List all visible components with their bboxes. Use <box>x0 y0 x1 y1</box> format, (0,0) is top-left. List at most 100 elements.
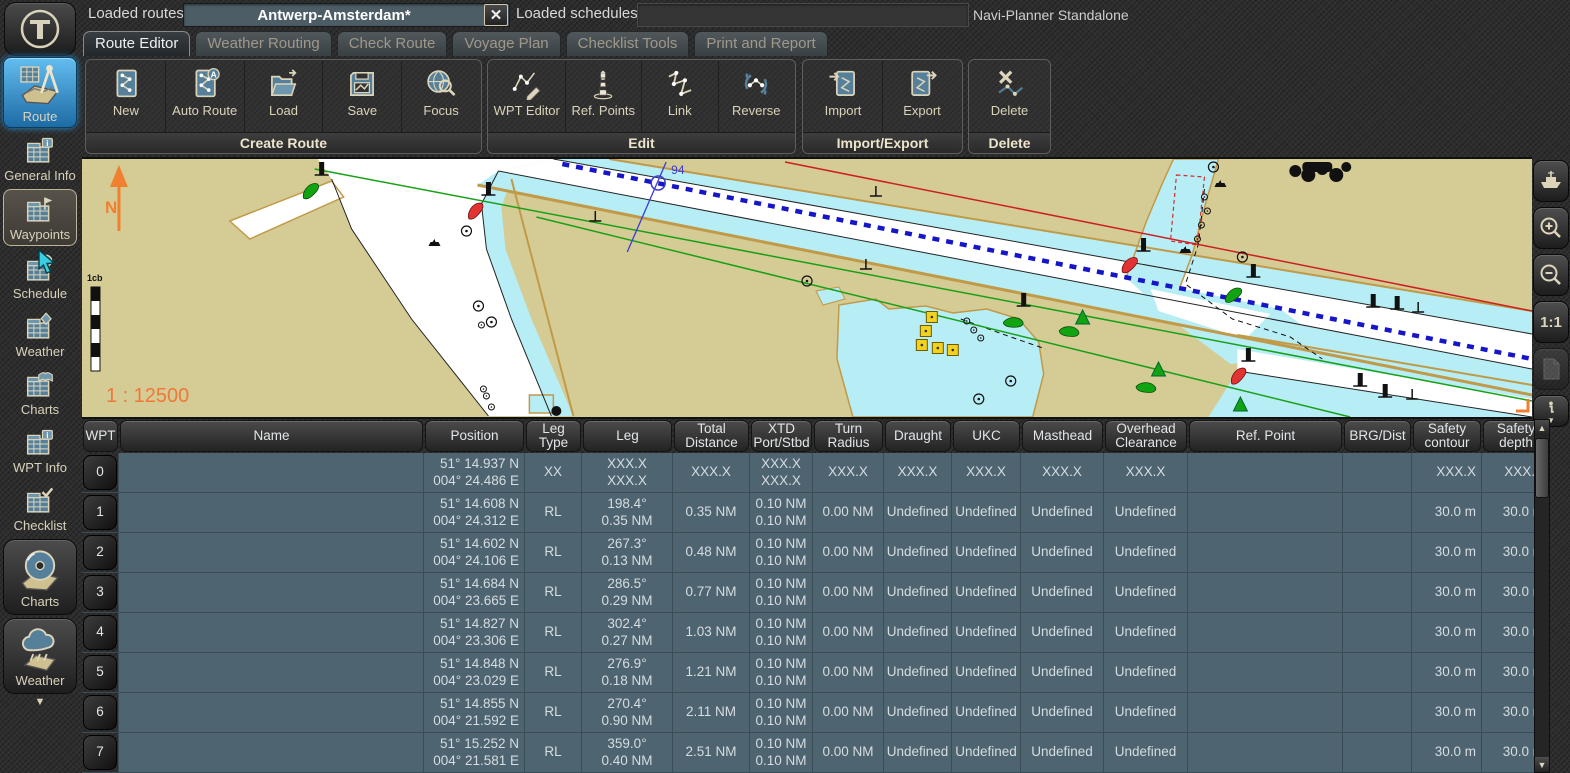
cell-contour[interactable]: 30.0 m <box>1412 653 1482 693</box>
cell-total[interactable]: 2.11 NM <box>673 693 750 733</box>
tab-check-route[interactable]: Check Route <box>337 31 448 56</box>
tab-print-and-report[interactable]: Print and Report <box>694 31 827 56</box>
cell-contour[interactable]: 30.0 m <box>1412 613 1482 653</box>
cell-ukc[interactable]: Undefined <box>952 533 1021 573</box>
column-header-leg_type[interactable]: Leg Type <box>526 420 581 452</box>
cell-xtd[interactable]: 0.10 NM0.10 NM <box>750 573 813 613</box>
table-scrollbar[interactable]: ▲ ▼ <box>1534 419 1550 773</box>
column-header-contour[interactable]: Safety contour <box>1413 420 1481 452</box>
cell-position[interactable]: 51° 15.252 N004° 21.581 E <box>424 733 525 773</box>
cell-xtd[interactable]: 0.10 NM0.10 NM <box>750 613 813 653</box>
cell-position[interactable]: 51° 14.937 N004° 24.486 E <box>424 453 525 493</box>
cell-masthead[interactable]: XXX.X <box>1021 453 1104 493</box>
cell-turn[interactable]: 0.00 NM <box>813 693 884 733</box>
cell-position[interactable]: 51° 14.684 N004° 23.665 E <box>424 573 525 613</box>
cell-turn[interactable]: 0.00 NM <box>813 653 884 693</box>
cell-turn[interactable]: 0.00 NM <box>813 733 884 773</box>
cell-leg_type[interactable]: RL <box>525 533 582 573</box>
cell-leg[interactable]: 286.5°0.29 NM <box>582 573 673 613</box>
loaded-schedules-field[interactable] <box>637 3 969 27</box>
cell-contour[interactable]: 30.0 m <box>1412 533 1482 573</box>
cell-overhead[interactable]: XXX.X <box>1104 453 1188 493</box>
cell-overhead[interactable]: Undefined <box>1104 573 1188 613</box>
cell-brg[interactable] <box>1343 573 1412 613</box>
cell-name[interactable] <box>119 573 424 613</box>
save-button[interactable]: Save <box>323 61 402 132</box>
cell-ref[interactable] <box>1188 573 1343 613</box>
chart-map-view[interactable]: 94 <box>82 157 1532 419</box>
cell-name[interactable] <box>119 733 424 773</box>
reverse-button[interactable]: Reverse <box>719 61 795 132</box>
wpt-number[interactable]: 7 <box>83 735 117 770</box>
cell-draught[interactable]: XXX.X <box>884 453 952 493</box>
cell-draught[interactable]: Undefined <box>884 653 952 693</box>
own-ship-button[interactable] <box>1533 160 1569 202</box>
cell-position[interactable]: 51° 14.602 N004° 24.106 E <box>424 533 525 573</box>
column-header-position[interactable]: Position <box>425 420 524 452</box>
cell-name[interactable] <box>119 693 424 733</box>
scroll-up-button[interactable]: ▲ <box>1535 420 1549 435</box>
column-header-leg[interactable]: Leg <box>583 420 672 452</box>
cell-xtd[interactable]: 0.10 NM0.10 NM <box>750 733 813 773</box>
zoom-out-button[interactable] <box>1533 254 1569 296</box>
cell-masthead[interactable]: Undefined <box>1021 573 1104 613</box>
auto-route-button[interactable]: AAuto Route <box>166 61 245 132</box>
wpt-editor-button[interactable]: WPT Editor <box>489 61 566 132</box>
cell-contour[interactable]: 30.0 m <box>1412 573 1482 613</box>
cell-overhead[interactable]: Undefined <box>1104 733 1188 773</box>
cell-position[interactable]: 51° 14.855 N004° 21.592 E <box>424 693 525 733</box>
import-button[interactable]: Import <box>804 61 883 132</box>
cell-masthead[interactable]: Undefined <box>1021 733 1104 773</box>
cell-masthead[interactable]: Undefined <box>1021 533 1104 573</box>
cell-ref[interactable] <box>1188 533 1343 573</box>
cell-leg_type[interactable]: RL <box>525 733 582 773</box>
delete-button[interactable]: Delete <box>970 61 1049 132</box>
cell-brg[interactable] <box>1343 693 1412 733</box>
wpt-number[interactable]: 2 <box>83 535 117 570</box>
sidebar-item-waypoints[interactable]: Waypoints <box>3 189 77 246</box>
cell-overhead[interactable]: Undefined <box>1104 613 1188 653</box>
cell-draught[interactable]: Undefined <box>884 573 952 613</box>
cell-ref[interactable] <box>1188 493 1343 533</box>
export-button[interactable]: Export <box>883 61 961 132</box>
cell-position[interactable]: 51° 14.848 N004° 23.029 E <box>424 653 525 693</box>
cell-draught[interactable]: Undefined <box>884 693 952 733</box>
wpt-number[interactable]: 6 <box>83 695 117 730</box>
new-button[interactable]: New <box>87 61 166 132</box>
cell-masthead[interactable]: Undefined <box>1021 493 1104 533</box>
cell-turn[interactable]: 0.00 NM <box>813 613 884 653</box>
cell-ukc[interactable]: XXX.X <box>952 453 1021 493</box>
cell-name[interactable] <box>119 613 424 653</box>
scale-1-1-button[interactable]: 1:1 <box>1533 301 1569 343</box>
scroll-thumb[interactable] <box>1535 438 1549 498</box>
column-header-ref[interactable]: Ref. Point <box>1189 420 1342 452</box>
cell-turn[interactable]: 0.00 NM <box>813 493 884 533</box>
cell-xtd[interactable]: XXX.XXXX.X <box>750 453 813 493</box>
ref-points-button[interactable]: Ref. Points <box>566 61 643 132</box>
wpt-number[interactable]: 4 <box>83 615 117 650</box>
cell-turn[interactable]: XXX.X <box>813 453 884 493</box>
wpt-number[interactable]: 5 <box>83 655 117 690</box>
cell-wpt[interactable]: 6 <box>82 693 119 733</box>
cell-ukc[interactable]: Undefined <box>952 693 1021 733</box>
cell-overhead[interactable]: Undefined <box>1104 653 1188 693</box>
cell-leg[interactable]: 359.0°0.40 NM <box>582 733 673 773</box>
cell-position[interactable]: 51° 14.608 N004° 24.312 E <box>424 493 525 533</box>
tab-checklist-tools[interactable]: Checklist Tools <box>566 31 690 56</box>
cell-leg_type[interactable]: RL <box>525 493 582 533</box>
cell-wpt[interactable]: 3 <box>82 573 119 613</box>
cell-masthead[interactable]: Undefined <box>1021 653 1104 693</box>
cell-ref[interactable] <box>1188 653 1343 693</box>
cell-draught[interactable]: Undefined <box>884 533 952 573</box>
tab-voyage-plan[interactable]: Voyage Plan <box>452 31 560 56</box>
cell-brg[interactable] <box>1343 493 1412 533</box>
column-header-draught[interactable]: Draught <box>885 420 951 452</box>
cell-total[interactable]: 1.03 NM <box>673 613 750 653</box>
loaded-routes-field[interactable]: Antwerp-Amsterdam* ✕ <box>183 3 510 27</box>
cell-overhead[interactable]: Undefined <box>1104 693 1188 733</box>
cell-xtd[interactable]: 0.10 NM0.10 NM <box>750 533 813 573</box>
sidebar-item-schedule[interactable]: Schedule <box>3 249 77 304</box>
cell-xtd[interactable]: 0.10 NM0.10 NM <box>750 493 813 533</box>
cell-wpt[interactable]: 1 <box>82 493 119 533</box>
sidebar-item-general-info[interactable]: iGeneral Info <box>3 131 77 186</box>
